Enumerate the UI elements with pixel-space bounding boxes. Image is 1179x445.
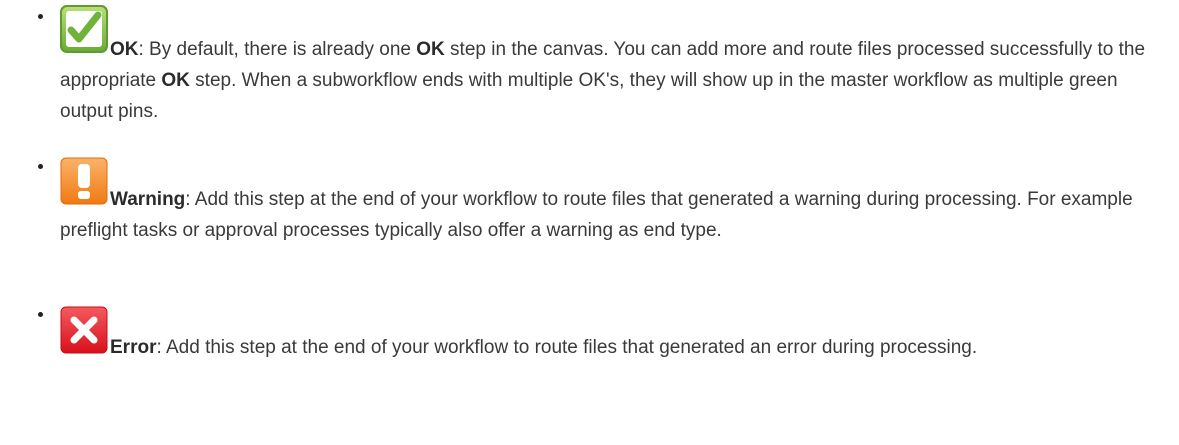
list-bullet [38, 164, 46, 172]
list-item-error: Error: Add this step at the end of your … [0, 298, 1179, 433]
item-inline-label: OK [416, 39, 445, 60]
list-item-warning: Warning: Add this step at the end of you… [0, 150, 1179, 285]
item-label: Error [110, 337, 157, 358]
list-item-text: Warning: Add this step at the end of you… [60, 184, 1150, 246]
list-item-ok: OK: By default, there is already one OK … [0, 0, 1179, 135]
item-text-part: : Add this step at the end of your workf… [156, 337, 978, 358]
item-label: Warning [110, 189, 186, 210]
list-bullet [38, 312, 46, 320]
item-text-part: : By default, there is already one [138, 39, 417, 60]
item-text-part: step. When a subworkflow ends with multi… [60, 70, 1118, 122]
item-inline-label: OK [161, 70, 190, 91]
list-bullet [38, 14, 46, 22]
list-item-text: Error: Add this step at the end of your … [60, 332, 1150, 363]
list-item-text: OK: By default, there is already one OK … [60, 34, 1150, 127]
end-step-list: OK: By default, there is already one OK … [0, 0, 1179, 445]
item-text-part: : Add this step at the end of your workf… [60, 189, 1133, 241]
item-label: OK [110, 39, 139, 60]
